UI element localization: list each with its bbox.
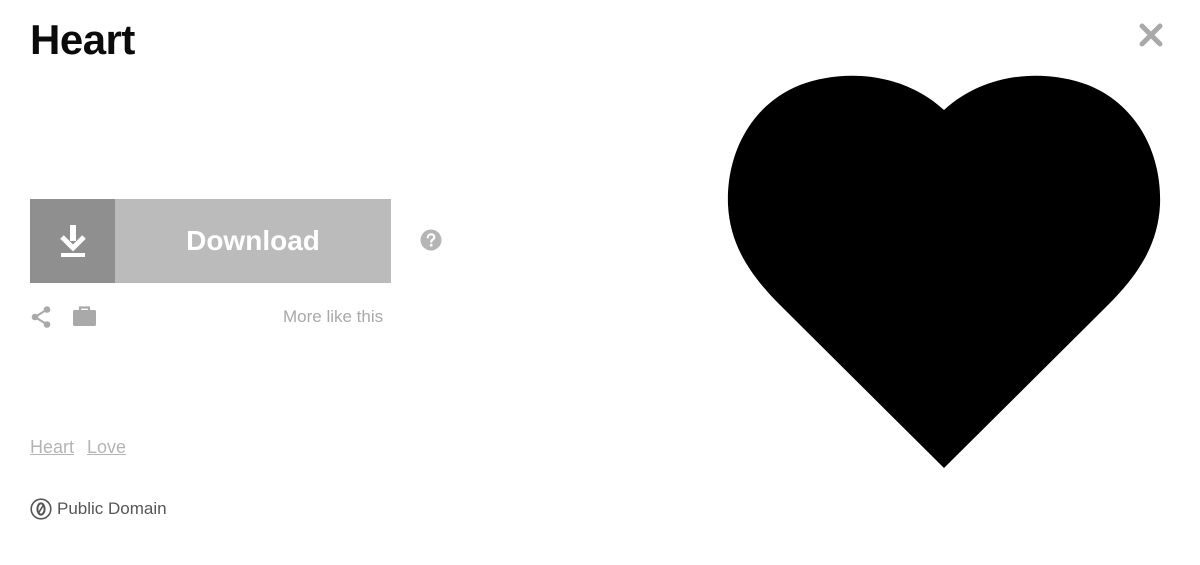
share-icon[interactable]	[30, 305, 52, 329]
download-label: Download	[115, 199, 391, 283]
help-icon[interactable]	[420, 229, 442, 251]
tag-link[interactable]: Love	[87, 437, 126, 457]
download-arrow-icon	[59, 225, 86, 257]
heart-icon-preview	[727, 75, 1161, 469]
license-label: Public Domain	[57, 499, 167, 518]
download-icon-box	[30, 199, 115, 283]
tag-list: Heart Love	[30, 437, 134, 458]
close-icon[interactable]	[1138, 22, 1164, 48]
page-title: Heart	[30, 16, 135, 63]
briefcase-icon[interactable]	[72, 305, 97, 327]
license-info: Public Domain	[30, 498, 167, 520]
download-button[interactable]: Download	[30, 199, 391, 283]
more-like-this-link[interactable]: More like this	[283, 307, 383, 327]
public-domain-icon	[30, 498, 52, 520]
icon-detail-page: Heart Download More like this Heart Love	[0, 0, 1200, 565]
tag-link[interactable]: Heart	[30, 437, 74, 457]
